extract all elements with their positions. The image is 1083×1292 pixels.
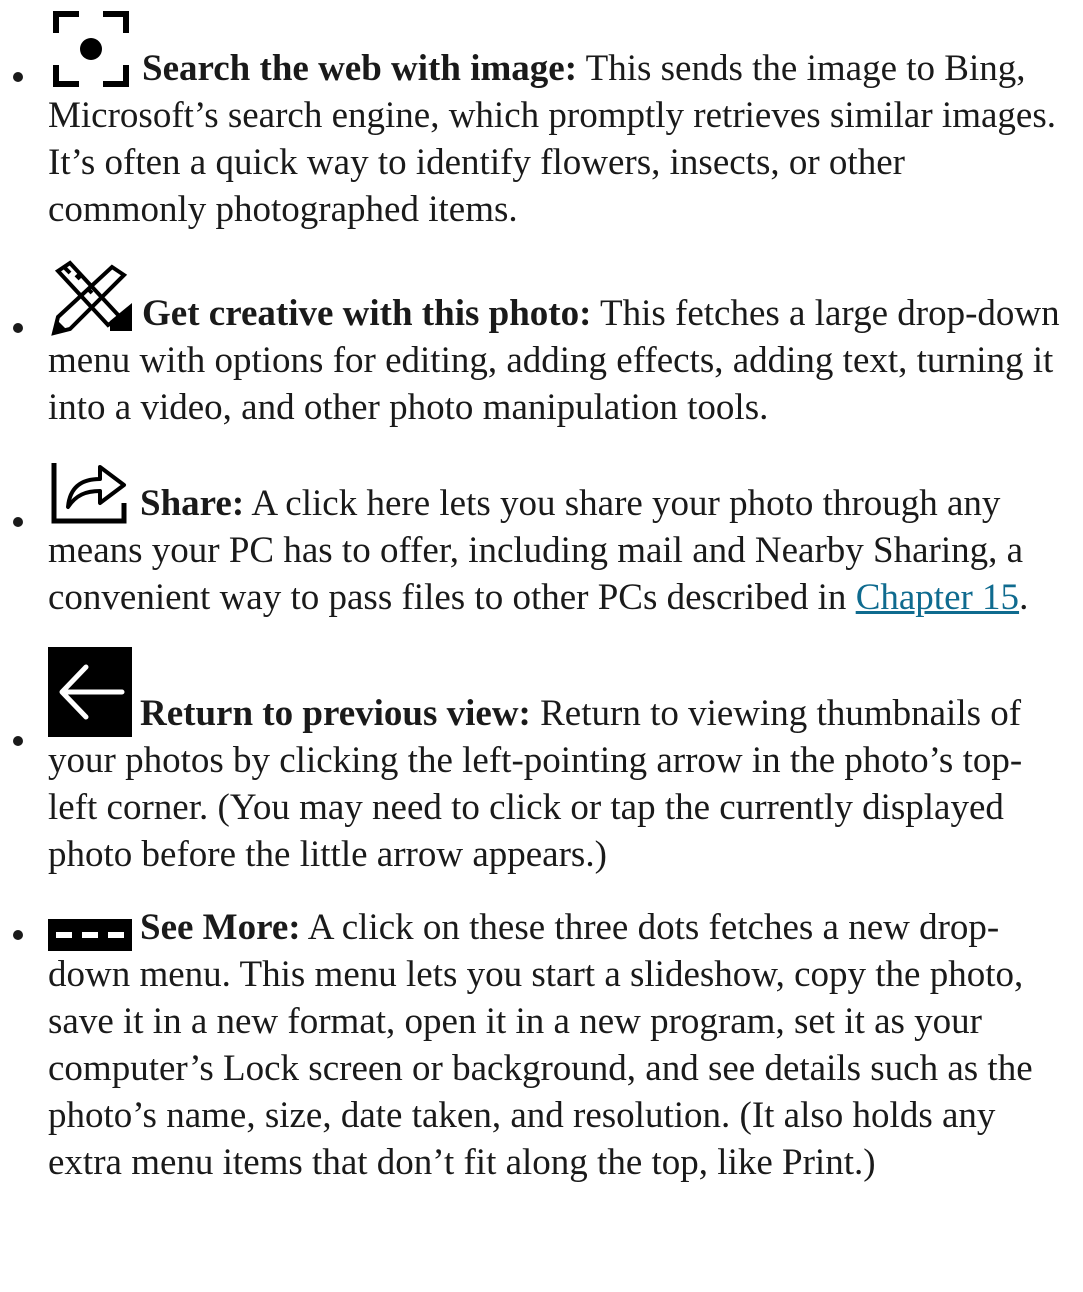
bullet-dot [13,72,23,82]
item-term: See More: [140,907,301,948]
more-dots-icon [48,919,132,951]
bullet-dot [13,517,23,527]
item-description-end: . [1019,577,1029,618]
bullet-dot [13,930,23,940]
list-item-share: Share: A click here lets you share your … [0,457,1083,621]
item-term: Search the web with image: [142,48,578,89]
item-term: Return to previous view: [140,693,531,734]
list-item-see-more: See More: A click on these three dots fe… [0,904,1083,1186]
bullet-dot [13,323,23,333]
item-description: A click on these three dots fetches a ne… [48,907,1033,1183]
list-item-get-creative: Get creative with this photo: This fetch… [0,259,1083,431]
item-term: Share: [140,483,245,524]
visual-search-icon [48,6,134,92]
chapter-15-link[interactable]: Chapter 15 [856,577,1019,618]
share-icon [48,457,132,527]
list-item-search-web: Search the web with image: This sends th… [0,0,1083,233]
list-item-return: Return to previous view: Return to viewi… [0,647,1083,878]
bullet-dot [13,736,23,746]
pencil-ruler-icon [48,259,134,337]
feature-list: Search the web with image: This sends th… [0,0,1083,1186]
back-arrow-icon [48,647,132,737]
item-term: Get creative with this photo: [142,293,592,334]
